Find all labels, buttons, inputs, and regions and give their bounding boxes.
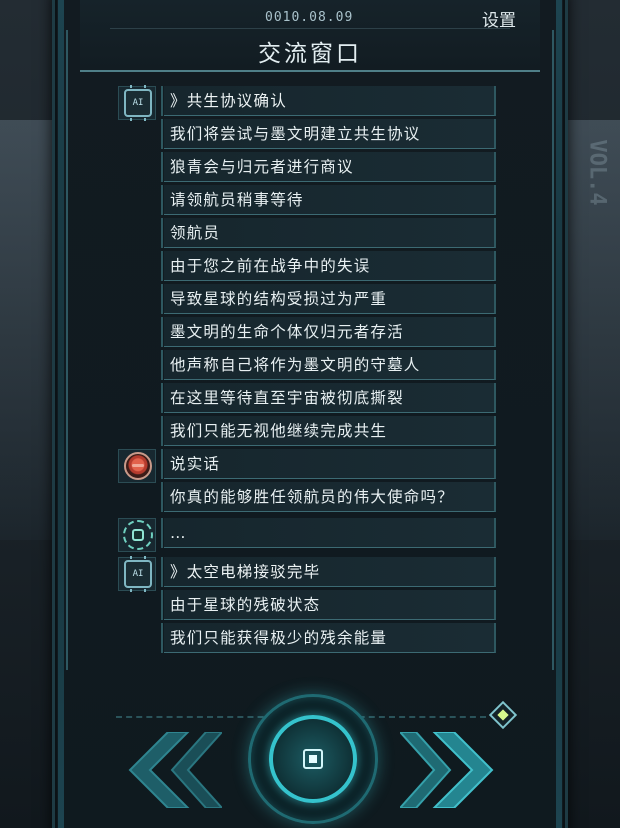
hull-marking: VOL.4 — [584, 139, 610, 206]
speaker-avatar: AI — [118, 85, 158, 121]
dialog-lines: 》共生协议确认 我们将尝试与墨文明建立共生协议 狼青会与归元者进行商议 请领航员… — [161, 86, 496, 446]
dialog-line: 导致星球的结构受损过为严重 — [161, 284, 496, 314]
stop-icon — [303, 749, 323, 769]
dialog-line: … — [161, 518, 496, 548]
previous-button[interactable] — [122, 731, 225, 809]
settings-button[interactable]: 设置 — [482, 6, 516, 31]
dialog-log[interactable]: AI 》共生协议确认 我们将尝试与墨文明建立共生协议 狼青会与归元者进行商议 请… — [118, 85, 496, 657]
page-title: 交流窗口 — [258, 41, 362, 67]
dialog-line: 他声称自己将作为墨文明的守墓人 — [161, 350, 496, 380]
playback-controls — [60, 690, 560, 828]
next-button[interactable] — [397, 731, 500, 809]
double-chevron-left-icon — [128, 731, 225, 809]
dialog-line: 在这里等待直至宇宙被彻底撕裂 — [161, 383, 496, 413]
dialog-line: 请领航员稍事等待 — [161, 185, 496, 215]
rail-right — [544, 30, 554, 670]
dialog-group: AI 》共生协议确认 我们将尝试与墨文明建立共生协议 狼青会与归元者进行商议 请… — [118, 85, 496, 446]
dialog-lines: … — [161, 518, 496, 548]
dialog-group: 说实话 你真的能够胜任领航员的伟大使命吗？ — [118, 449, 496, 512]
dialog-line: 由于星球的残破状态 — [161, 590, 496, 620]
dialog-line: 由于您之前在战争中的失误 — [161, 251, 496, 281]
dialog-line: 我们只能无视他继续完成共生 — [161, 416, 496, 446]
speaker-avatar — [118, 518, 158, 552]
dialog-lines: 说实话 你真的能够胜任领航员的伟大使命吗？ — [161, 449, 496, 512]
green-chip-icon — [123, 520, 153, 550]
dialog-line: 》太空电梯接驳完毕 — [161, 557, 496, 587]
dialog-line: 我们只能获得极少的残余能量 — [161, 623, 496, 653]
dialog-line: 领航员 — [161, 218, 496, 248]
center-action-button[interactable] — [248, 694, 378, 824]
ai-chip-icon: AI — [124, 85, 152, 121]
dialog-line: 狼青会与归元者进行商议 — [161, 152, 496, 182]
dialog-line: 墨文明的生命个体仅归元者存活 — [161, 317, 496, 347]
ai-chip-icon: AI — [124, 556, 152, 592]
rail-left — [66, 30, 76, 670]
dialog-line: 我们将尝试与墨文明建立共生协议 — [161, 119, 496, 149]
auto-play-toggle[interactable] — [488, 700, 518, 730]
header: 0010.08.09 设置 交流窗口 — [80, 0, 540, 74]
dialog-lines: 》太空电梯接驳完毕 由于星球的残破状态 我们只能获得极少的残余能量 — [161, 557, 496, 653]
dialog-line: 你真的能够胜任领航员的伟大使命吗？ — [161, 482, 496, 512]
speaker-avatar: AI — [118, 556, 158, 592]
red-creature-icon — [124, 452, 152, 480]
double-chevron-right-icon — [397, 731, 494, 809]
speaker-avatar — [118, 449, 158, 483]
date-readout: 0010.08.09 — [265, 10, 354, 25]
dialog-group: … — [118, 518, 496, 552]
dialog-line: 说实话 — [161, 449, 496, 479]
header-divider — [110, 28, 510, 29]
dialog-line: 》共生协议确认 — [161, 86, 496, 116]
dialog-group: AI 》太空电梯接驳完毕 由于星球的残破状态 我们只能获得极少的残余能量 — [118, 556, 496, 653]
